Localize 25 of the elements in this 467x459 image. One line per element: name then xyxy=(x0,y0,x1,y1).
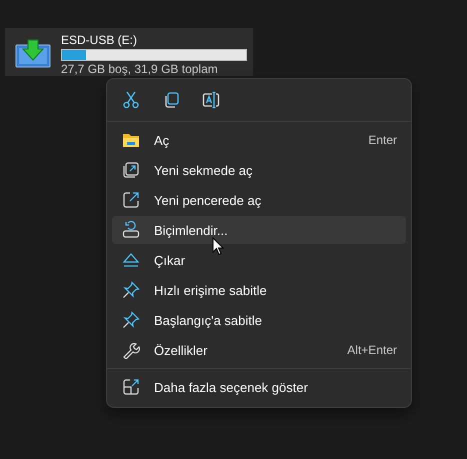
drive-space: 27,7 GB boş, 31,9 GB toplam xyxy=(61,63,219,76)
menu-item[interactable]: Başlangıç'a sabitle xyxy=(112,306,406,334)
rename-icon xyxy=(202,91,220,109)
menu-item[interactable]: Aç Enter xyxy=(112,126,406,154)
pin-icon xyxy=(122,311,140,329)
menu-item[interactable]: Özellikler Alt+Enter xyxy=(112,336,406,364)
pin-icon xyxy=(122,281,140,299)
folder-icon xyxy=(122,131,140,149)
drive-icon xyxy=(15,39,51,69)
wrench-icon xyxy=(122,341,140,359)
menu-item[interactable]: Hızlı erişime sabitle xyxy=(112,276,406,304)
more-options-icon xyxy=(122,378,140,396)
format-icon xyxy=(122,221,140,239)
menu-item[interactable]: Yeni pencerede aç xyxy=(112,186,406,214)
drive-tile[interactable]: ESD-USB (E:) 27,7 GB boş, 31,9 GB toplam xyxy=(5,28,253,76)
drive-name: ESD-USB (E:) xyxy=(61,33,138,47)
cut-icon xyxy=(122,91,140,109)
eject-icon xyxy=(122,251,140,269)
mouse-cursor xyxy=(212,237,224,256)
menu-item[interactable]: Çıkar xyxy=(112,246,406,274)
new-tab-icon xyxy=(122,161,140,179)
menu-item[interactable]: Daha fazla seçenek göster xyxy=(112,373,406,401)
menu-item[interactable]: Biçimlendir... xyxy=(112,216,406,244)
new-window-icon xyxy=(122,191,140,209)
menu-item[interactable]: Yeni sekmede aç xyxy=(112,156,406,184)
